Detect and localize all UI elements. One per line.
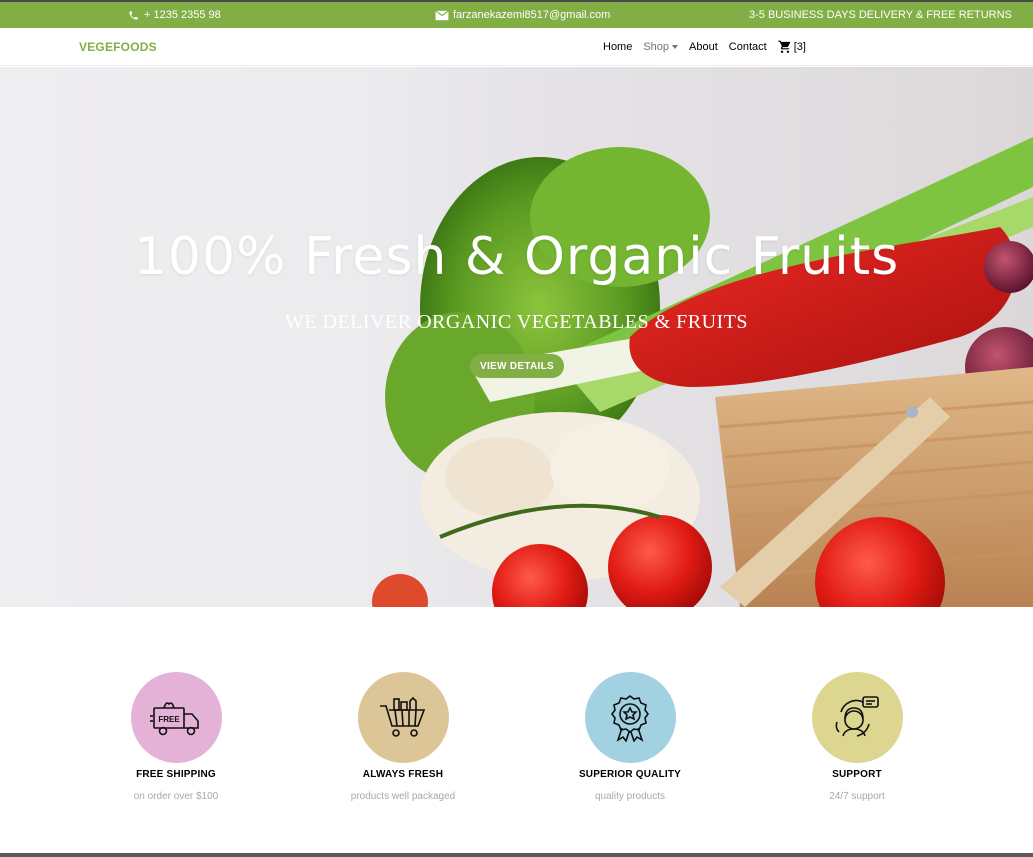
feature-title: ALWAYS FRESH: [362, 769, 444, 780]
hero-subtitle: WE DELIVER ORGANIC VEGETABLES & FRUITS: [284, 311, 749, 333]
feature-free-shipping: FREE FREE SHIPPING on order over $100: [86, 672, 266, 802]
view-details-button[interactable]: VIEW DETAILS: [470, 354, 564, 378]
phone-contact[interactable]: + 1235 2355 98: [127, 9, 221, 21]
phone-number: + 1235 2355 98: [144, 9, 221, 21]
nav-menu: Home Shop About Contact [3]: [603, 40, 806, 53]
features-section: FREE FREE SHIPPING on order over $100 AL…: [0, 607, 1033, 857]
cart-link[interactable]: [3]: [778, 40, 806, 53]
nav-shop-label: Shop: [643, 40, 670, 53]
top-info-bar: + 1235 2355 98 farzanekazemi8517@gmail.c…: [0, 0, 1033, 28]
delivery-text: 3-5 BUSINESS DAYS DELIVERY & FREE RETURN…: [749, 9, 1012, 21]
cart-count: [3]: [793, 40, 806, 53]
nav-about[interactable]: About: [689, 41, 718, 53]
mail-icon: [435, 9, 449, 20]
feature-title: SUPERIOR QUALITY: [578, 769, 682, 780]
feature-title: FREE SHIPPING: [136, 769, 216, 780]
feature-subtitle: products well packaged: [350, 791, 456, 802]
free-badge-text: FREE: [158, 715, 180, 724]
hero-title: 100% Fresh & Organic Fruits: [133, 227, 900, 287]
feature-circle: FREE: [130, 672, 222, 763]
feature-subtitle: on order over $100: [133, 791, 219, 802]
feature-circle: [811, 672, 903, 763]
feature-title: SUPPORT: [832, 769, 882, 780]
feature-support: SUPPORT 24/7 support: [767, 672, 947, 802]
hero-banner: 100% Fresh & Organic Fruits WE DELIVER O…: [0, 67, 1033, 607]
phone-icon: [129, 10, 138, 20]
nav-contact[interactable]: Contact: [729, 41, 767, 53]
feature-always-fresh: ALWAYS FRESH products well packaged: [313, 672, 493, 802]
delivery-notice: 3-5 BUSINESS DAYS DELIVERY & FREE RETURN…: [749, 9, 1012, 21]
free-delivery-truck-icon: FREE: [150, 701, 199, 735]
feature-circle: [584, 672, 676, 763]
feature-superior-quality: SUPERIOR QUALITY quality products: [540, 672, 720, 802]
feature-subtitle: 24/7 support: [829, 791, 885, 802]
caret-down-icon: [672, 45, 679, 49]
bottom-divider: [0, 853, 1033, 857]
nav-home[interactable]: Home: [603, 41, 632, 53]
grocery-cart-icon: [380, 696, 426, 737]
email-contact[interactable]: farzanekazemi8517@gmail.com: [435, 9, 610, 21]
feature-circle: [357, 672, 449, 763]
nav-shop-dropdown[interactable]: Shop: [643, 40, 679, 53]
award-ribbon-icon: [611, 694, 649, 742]
shopping-cart-icon: [778, 40, 790, 53]
feature-subtitle: quality products: [594, 791, 666, 802]
customer-support-icon: [835, 695, 879, 737]
main-navbar: VEGEFOODS Home Shop About Contact [3]: [0, 28, 1033, 66]
email-address: farzanekazemi8517@gmail.com: [453, 9, 611, 21]
brand-logo[interactable]: VEGEFOODS: [79, 40, 157, 54]
vegetables-basket-image: [372, 137, 1033, 607]
